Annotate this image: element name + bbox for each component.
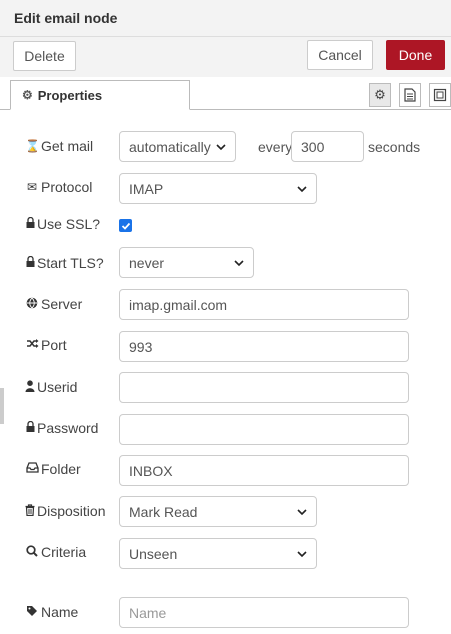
lock-icon	[25, 420, 35, 435]
document-icon	[404, 88, 416, 102]
done-button[interactable]: Done	[386, 40, 445, 70]
tray-header: Edit email node	[0, 0, 451, 37]
tab-settings-icon-button[interactable]: ⚙	[369, 83, 391, 107]
tab-description-icon-button[interactable]	[399, 83, 421, 107]
getmail-label: ⌛ Get mail	[25, 138, 94, 154]
user-icon	[25, 379, 35, 395]
criteria-label: Criteria	[25, 544, 86, 560]
check-icon	[121, 222, 130, 230]
hourglass-icon: ⌛	[25, 139, 40, 153]
chevron-down-icon	[234, 259, 244, 266]
chevron-down-icon	[216, 143, 226, 150]
tray-title: Edit email node	[14, 10, 118, 26]
chevron-down-icon	[297, 185, 307, 192]
seconds-label: seconds	[368, 139, 421, 155]
cancel-button[interactable]: Cancel	[307, 40, 373, 70]
chevron-down-icon	[297, 508, 307, 515]
tab-properties-label: Properties	[37, 87, 103, 103]
appearance-icon	[433, 88, 447, 102]
envelope-icon: ✉	[26, 180, 38, 194]
protocol-select[interactable]: IMAP	[119, 173, 317, 204]
globe-icon	[25, 297, 39, 312]
inbox-icon	[25, 462, 39, 476]
gear-icon: ⚙	[22, 88, 33, 102]
lock-icon	[25, 216, 35, 231]
folder-input[interactable]: INBOX	[119, 455, 409, 486]
chevron-down-icon	[297, 550, 307, 557]
name-placeholder: Name	[129, 604, 167, 621]
tab-appearance-icon-button[interactable]	[429, 83, 451, 107]
password-input[interactable]	[119, 414, 409, 445]
tag-icon	[25, 605, 39, 620]
tls-label: Start TLS?	[25, 255, 104, 271]
lock-icon	[25, 255, 35, 270]
interval-input[interactable]: 300	[291, 131, 364, 162]
gear-icon: ⚙	[374, 87, 386, 102]
disposition-label: Disposition	[25, 503, 105, 519]
resize-handle[interactable]	[0, 388, 4, 424]
search-icon	[25, 544, 39, 560]
tls-select[interactable]: never	[119, 247, 254, 278]
every-label: every	[258, 139, 293, 155]
server-input[interactable]: imap.gmail.com	[119, 289, 409, 320]
ssl-label: Use SSL?	[25, 216, 100, 232]
shuffle-icon	[25, 338, 39, 352]
userid-label: Userid	[25, 379, 77, 395]
port-label: Port	[25, 337, 67, 353]
delete-button[interactable]: Delete	[13, 41, 76, 71]
getmail-select[interactable]: automatically	[119, 131, 236, 162]
disposition-select[interactable]: Mark Read	[119, 496, 317, 527]
name-input[interactable]: Name	[119, 597, 409, 628]
trash-icon	[25, 503, 35, 519]
userid-input[interactable]	[119, 372, 409, 403]
ssl-checkbox[interactable]	[119, 219, 132, 232]
password-label: Password	[25, 420, 98, 436]
folder-label: Folder	[25, 461, 81, 477]
criteria-select[interactable]: Unseen	[119, 538, 317, 569]
tab-properties[interactable]: ⚙ Properties	[10, 80, 190, 110]
name-label: Name	[25, 604, 78, 620]
protocol-label: ✉ Protocol	[26, 179, 93, 195]
server-label: Server	[25, 296, 82, 312]
port-input[interactable]: 993	[119, 331, 409, 362]
